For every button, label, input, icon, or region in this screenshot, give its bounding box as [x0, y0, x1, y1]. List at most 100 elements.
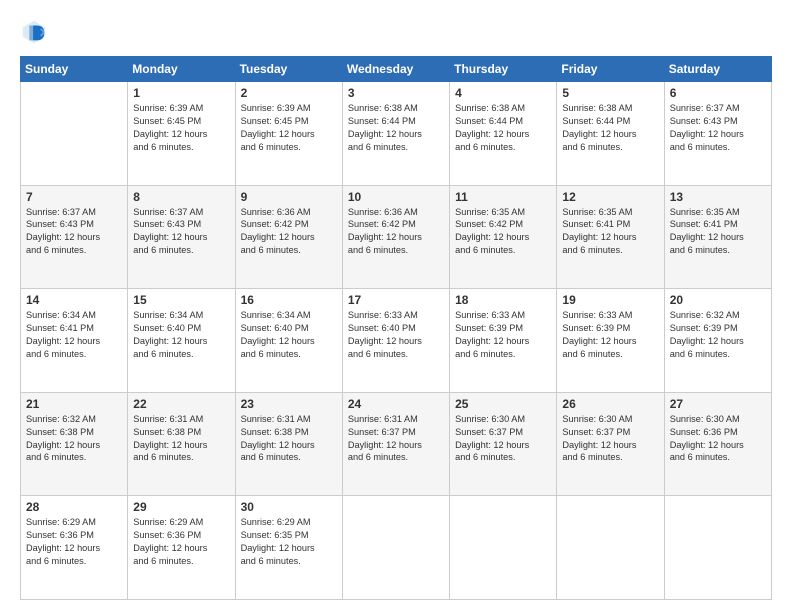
- day-number: 12: [562, 190, 658, 204]
- calendar-cell: 3Sunrise: 6:38 AM Sunset: 6:44 PM Daylig…: [342, 82, 449, 186]
- day-number: 7: [26, 190, 122, 204]
- day-number: 10: [348, 190, 444, 204]
- logo-icon: [20, 18, 48, 46]
- column-header-friday: Friday: [557, 57, 664, 82]
- calendar-cell: 11Sunrise: 6:35 AM Sunset: 6:42 PM Dayli…: [450, 185, 557, 289]
- day-number: 28: [26, 500, 122, 514]
- day-number: 6: [670, 86, 766, 100]
- calendar-cell: 29 Sunrise: 6:29 AM Sunset: 6:36 PM Dayli…: [128, 496, 235, 600]
- calendar-header-row: SundayMondayTuesdayWednesdayThursdayFrid…: [21, 57, 772, 82]
- week-row-1: 1 Sunrise: 6:39 AM Sunset: 6:45 PM Daylig…: [21, 82, 772, 186]
- day-info: Sunrise: 6:37 AM Sunset: 6:43 PM Dayligh…: [670, 102, 766, 154]
- calendar-cell: 30 Sunrise: 6:29 AM Sunset: 6:35 PM Dayli…: [235, 496, 342, 600]
- day-info: Sunrise: 6:35 AM Sunset: 6:41 PM Dayligh…: [670, 206, 766, 258]
- day-info: Sunrise: 6:35 AM Sunset: 6:41 PM Dayligh…: [562, 206, 658, 258]
- calendar-cell: 4 Sunrise: 6:38 AM Sunset: 6:44 PM Daylig…: [450, 82, 557, 186]
- calendar-cell: 6 Sunrise: 6:37 AM Sunset: 6:43 PM Daylig…: [664, 82, 771, 186]
- day-info: Sunrise: 6:38 AM Sunset: 6:44 PM Dayligh…: [348, 102, 444, 154]
- calendar-cell: [342, 496, 449, 600]
- calendar-table: SundayMondayTuesdayWednesdayThursdayFrid…: [20, 56, 772, 600]
- day-number: 30: [241, 500, 337, 514]
- day-number: 21: [26, 397, 122, 411]
- calendar-cell: [21, 82, 128, 186]
- calendar-cell: 1 Sunrise: 6:39 AM Sunset: 6:45 PM Daylig…: [128, 82, 235, 186]
- calendar-cell: 22Sunrise: 6:31 AM Sunset: 6:38 PM Dayli…: [128, 392, 235, 496]
- header: [20, 18, 772, 46]
- week-row-4: 21 Sunrise: 6:32 AM Sunset: 6:38 PM Dayli…: [21, 392, 772, 496]
- calendar-cell: 14Sunrise: 6:34 AM Sunset: 6:41 PM Dayli…: [21, 289, 128, 393]
- day-info: Sunrise: 6:37 AM Sunset: 6:43 PM Dayligh…: [133, 206, 229, 258]
- day-info: Sunrise: 6:33 AM Sunset: 6:39 PM Dayligh…: [455, 309, 551, 361]
- week-row-2: 7 Sunrise: 6:37 AM Sunset: 6:43 PM Daylig…: [21, 185, 772, 289]
- day-number: 8: [133, 190, 229, 204]
- day-info: Sunrise: 6:39 AM Sunset: 6:45 PM Dayligh…: [133, 102, 229, 154]
- day-number: 14: [26, 293, 122, 307]
- calendar-cell: 25 Sunrise: 6:30 AM Sunset: 6:37 PM Dayli…: [450, 392, 557, 496]
- calendar-cell: 7 Sunrise: 6:37 AM Sunset: 6:43 PM Daylig…: [21, 185, 128, 289]
- day-number: 26: [562, 397, 658, 411]
- column-header-saturday: Saturday: [664, 57, 771, 82]
- day-info: Sunrise: 6:37 AM Sunset: 6:43 PM Dayligh…: [26, 206, 122, 258]
- day-number: 4: [455, 86, 551, 100]
- calendar-cell: 19Sunrise: 6:33 AM Sunset: 6:39 PM Dayli…: [557, 289, 664, 393]
- day-info: Sunrise: 6:36 AM Sunset: 6:42 PM Dayligh…: [241, 206, 337, 258]
- day-info: Sunrise: 6:29 AM Sunset: 6:36 PM Dayligh…: [133, 516, 229, 568]
- day-info: Sunrise: 6:38 AM Sunset: 6:44 PM Dayligh…: [455, 102, 551, 154]
- week-row-3: 14Sunrise: 6:34 AM Sunset: 6:41 PM Dayli…: [21, 289, 772, 393]
- day-number: 25: [455, 397, 551, 411]
- calendar-cell: 17 Sunrise: 6:33 AM Sunset: 6:40 PM Dayli…: [342, 289, 449, 393]
- calendar-cell: 26 Sunrise: 6:30 AM Sunset: 6:37 PM Dayli…: [557, 392, 664, 496]
- day-info: Sunrise: 6:39 AM Sunset: 6:45 PM Dayligh…: [241, 102, 337, 154]
- day-number: 1: [133, 86, 229, 100]
- calendar-cell: 12 Sunrise: 6:35 AM Sunset: 6:41 PM Dayli…: [557, 185, 664, 289]
- day-number: 23: [241, 397, 337, 411]
- day-number: 20: [670, 293, 766, 307]
- day-info: Sunrise: 6:29 AM Sunset: 6:35 PM Dayligh…: [241, 516, 337, 568]
- week-row-5: 28 Sunrise: 6:29 AM Sunset: 6:36 PM Dayli…: [21, 496, 772, 600]
- column-header-thursday: Thursday: [450, 57, 557, 82]
- calendar-cell: [664, 496, 771, 600]
- day-number: 13: [670, 190, 766, 204]
- day-number: 9: [241, 190, 337, 204]
- day-number: 5: [562, 86, 658, 100]
- calendar-cell: 21 Sunrise: 6:32 AM Sunset: 6:38 PM Dayli…: [21, 392, 128, 496]
- calendar-cell: 23 Sunrise: 6:31 AM Sunset: 6:38 PM Dayli…: [235, 392, 342, 496]
- day-info: Sunrise: 6:30 AM Sunset: 6:37 PM Dayligh…: [562, 413, 658, 465]
- day-number: 27: [670, 397, 766, 411]
- calendar-cell: 8 Sunrise: 6:37 AM Sunset: 6:43 PM Daylig…: [128, 185, 235, 289]
- day-info: Sunrise: 6:32 AM Sunset: 6:38 PM Dayligh…: [26, 413, 122, 465]
- calendar-body: 1 Sunrise: 6:39 AM Sunset: 6:45 PM Daylig…: [21, 82, 772, 600]
- day-number: 2: [241, 86, 337, 100]
- column-header-tuesday: Tuesday: [235, 57, 342, 82]
- day-number: 29: [133, 500, 229, 514]
- day-number: 11: [455, 190, 551, 204]
- calendar-cell: 9 Sunrise: 6:36 AM Sunset: 6:42 PM Daylig…: [235, 185, 342, 289]
- day-info: Sunrise: 6:29 AM Sunset: 6:36 PM Dayligh…: [26, 516, 122, 568]
- calendar-cell: [450, 496, 557, 600]
- calendar-cell: 15 Sunrise: 6:34 AM Sunset: 6:40 PM Dayli…: [128, 289, 235, 393]
- logo: [20, 18, 52, 46]
- day-number: 15: [133, 293, 229, 307]
- day-info: Sunrise: 6:31 AM Sunset: 6:37 PM Dayligh…: [348, 413, 444, 465]
- day-info: Sunrise: 6:33 AM Sunset: 6:39 PM Dayligh…: [562, 309, 658, 361]
- day-info: Sunrise: 6:33 AM Sunset: 6:40 PM Dayligh…: [348, 309, 444, 361]
- day-info: Sunrise: 6:31 AM Sunset: 6:38 PM Dayligh…: [241, 413, 337, 465]
- calendar-cell: 28 Sunrise: 6:29 AM Sunset: 6:36 PM Dayli…: [21, 496, 128, 600]
- day-number: 24: [348, 397, 444, 411]
- day-info: Sunrise: 6:30 AM Sunset: 6:37 PM Dayligh…: [455, 413, 551, 465]
- day-number: 18: [455, 293, 551, 307]
- column-header-wednesday: Wednesday: [342, 57, 449, 82]
- day-number: 22: [133, 397, 229, 411]
- day-number: 17: [348, 293, 444, 307]
- day-info: Sunrise: 6:34 AM Sunset: 6:40 PM Dayligh…: [241, 309, 337, 361]
- calendar-cell: [557, 496, 664, 600]
- calendar-cell: 24 Sunrise: 6:31 AM Sunset: 6:37 PM Dayli…: [342, 392, 449, 496]
- day-info: Sunrise: 6:30 AM Sunset: 6:36 PM Dayligh…: [670, 413, 766, 465]
- calendar-cell: 27 Sunrise: 6:30 AM Sunset: 6:36 PM Dayli…: [664, 392, 771, 496]
- day-info: Sunrise: 6:34 AM Sunset: 6:40 PM Dayligh…: [133, 309, 229, 361]
- calendar-cell: 13 Sunrise: 6:35 AM Sunset: 6:41 PM Dayli…: [664, 185, 771, 289]
- calendar-cell: 16Sunrise: 6:34 AM Sunset: 6:40 PM Dayli…: [235, 289, 342, 393]
- calendar-cell: 10Sunrise: 6:36 AM Sunset: 6:42 PM Dayli…: [342, 185, 449, 289]
- calendar-cell: 2 Sunrise: 6:39 AM Sunset: 6:45 PM Daylig…: [235, 82, 342, 186]
- day-info: Sunrise: 6:32 AM Sunset: 6:39 PM Dayligh…: [670, 309, 766, 361]
